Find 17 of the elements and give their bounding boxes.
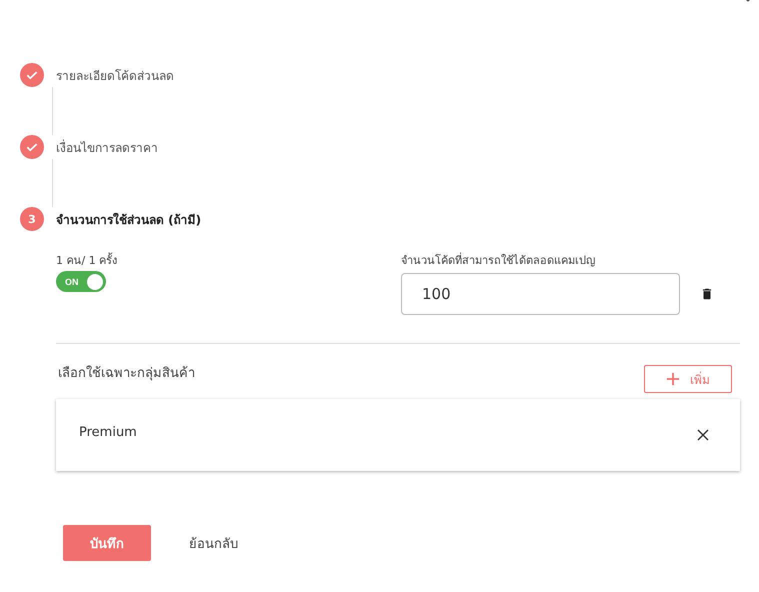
check-icon [20, 63, 44, 87]
trash-icon[interactable] [700, 286, 714, 302]
section-label: เลือกใช้เฉพาะกลุ่มสินค้า [58, 364, 195, 383]
input-field[interactable]: 100 [401, 273, 680, 315]
add-button[interactable]: เพิ่ม [644, 365, 732, 393]
field-label: จำนวนโค้ดที่สามารถใช้ได้ตลอดแคมเปญ [401, 252, 596, 269]
step-label: เงื่อนไขการลดราคา [56, 138, 158, 156]
step-number: 3 [20, 207, 44, 231]
product-group-name: Premium [79, 425, 137, 440]
step-label: รายละเอียดโค้ดส่วนลด [56, 68, 174, 84]
check-icon [20, 135, 44, 159]
plus-icon [666, 372, 680, 386]
back-button[interactable]: ย้อนกลับ [189, 532, 238, 554]
toggle-switch[interactable]: ON [56, 271, 106, 292]
usage-limit-label: 1 คน/ 1 ครั้ง [56, 252, 118, 269]
save-button[interactable]: บันทึก [63, 525, 151, 561]
step-label: จำนวนการใช้ส่วนลด (ถ้ามี) [56, 212, 202, 228]
